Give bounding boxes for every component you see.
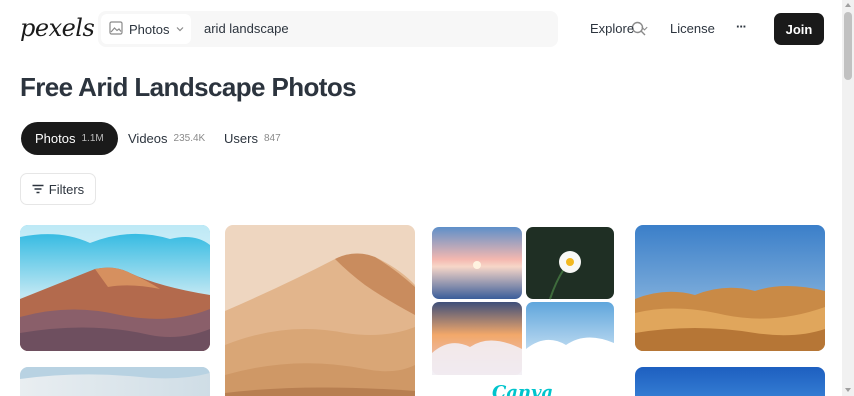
tab-label: Users [224,131,258,146]
photo-card[interactable] [20,367,210,396]
scroll-down-arrow-icon[interactable] [845,388,851,392]
tab-count: 1.1M [81,133,104,144]
page-scrollbar[interactable] [842,0,854,396]
photo-card[interactable] [225,225,415,396]
scroll-up-arrow-icon[interactable] [845,3,851,7]
chevron-down-icon [640,21,649,36]
photo-card[interactable] [635,367,825,396]
filters-label: Filters [48,181,85,197]
canva-ad-card[interactable]: Canva [430,225,616,396]
more-menu-icon[interactable]: ··· [736,19,747,34]
photo-card[interactable] [20,225,210,351]
search-input[interactable]: arid landscape [204,21,289,36]
scroll-thumb[interactable] [844,12,852,80]
filter-icon [32,182,44,197]
photo-card[interactable] [635,225,825,351]
search-box[interactable]: Photos arid landscape [98,11,646,47]
nav-explore-label: Explore [590,21,635,36]
nav-explore[interactable]: Explore [590,21,649,36]
tab-videos[interactable]: Videos 235.4K [128,122,205,155]
filters-button[interactable]: Filters [20,173,96,205]
tab-count: 235.4K [173,133,206,144]
search-type-label: Photos [129,21,170,37]
tab-label: Photos [35,131,76,146]
tab-count: 847 [263,133,281,144]
page-title: Free Arid Landscape Photos [20,72,357,102]
join-button[interactable]: Join [774,13,824,45]
search-type-dropdown[interactable]: Photos [101,14,191,44]
tab-photos[interactable]: Photos 1.1M [21,122,118,155]
nav-license[interactable]: License [670,21,715,36]
tab-users[interactable]: Users 847 [224,122,281,155]
canva-logo: Canva [492,382,554,396]
image-icon [109,20,123,38]
pexels-logo[interactable]: pexels [20,14,95,42]
tab-label: Videos [128,131,168,146]
chevron-down-icon [175,22,185,37]
top-navigation: pexels Photos arid landscape Explore Lic… [0,0,842,57]
